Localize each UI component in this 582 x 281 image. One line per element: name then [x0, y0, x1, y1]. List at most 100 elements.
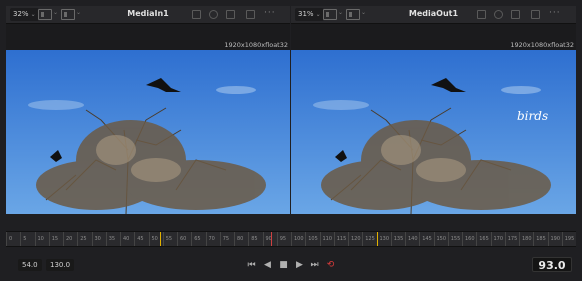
ruler-tick-label: 10 [37, 236, 44, 242]
ruler-tick-label: 185 [536, 236, 546, 242]
range-end-field[interactable]: 130.0 [46, 259, 75, 271]
stop-icon[interactable]: ■ [278, 260, 289, 271]
viewer-right: 31% ⌄ ⌄ ⌄ MediaOut1 ··· 1920x1080xfloat32 [291, 6, 576, 214]
layout-icon[interactable] [323, 9, 337, 20]
more-options-icon[interactable]: ··· [549, 8, 561, 18]
ruler-tick-label: 15 [51, 236, 59, 242]
more-options-icon[interactable]: ··· [264, 8, 276, 18]
timeline-ruler[interactable]: 0 5 10 15 20 25 30 35 40 45 50 55 60 65 70 75 80 85 90 95 10… [6, 231, 576, 247]
color-channel-icon[interactable] [209, 10, 218, 19]
skip-to-end-icon[interactable]: ⏭ [309, 260, 320, 271]
ruler-tick-label: 135 [393, 236, 404, 242]
ruler-tick-label: 65 [194, 236, 201, 242]
ruler-tick-label: 170 [493, 236, 504, 242]
ruler-tick: 145 [419, 232, 433, 246]
ruler-tick: 10 [34, 232, 49, 246]
ruler-tick: 180 [519, 232, 533, 246]
ruler-tick-label: 125 [365, 236, 375, 242]
resolution-label: 1920x1080xfloat32 [510, 41, 574, 49]
ruler-tick-label: 110 [322, 236, 333, 242]
range-in-marker[interactable] [159, 232, 161, 246]
ruler-tick-label: 35 [108, 236, 116, 242]
ruler-tick-label: 100 [294, 236, 304, 242]
roi-icon[interactable] [477, 10, 486, 19]
ruler-tick-label: 195 [564, 236, 575, 242]
ruler-tick: 170 [490, 232, 505, 246]
grid-icon[interactable] [511, 10, 520, 19]
chevron-down-icon[interactable]: ⌄ [338, 9, 343, 16]
ruler-tick-label: 55 [165, 236, 173, 242]
skip-to-start-icon[interactable]: ⏮ [246, 260, 257, 271]
playhead[interactable] [271, 232, 273, 246]
ruler-tick: 130 [376, 232, 391, 246]
chevron-down-icon[interactable]: ⌄ [53, 9, 58, 16]
ruler-tick-label: 95 [279, 236, 287, 242]
ruler-tick: 40 [120, 232, 134, 246]
ruler-tick: 60 [177, 232, 191, 246]
range-out-marker[interactable] [376, 232, 378, 246]
ruler-tick-label: 165 [479, 236, 489, 242]
ruler-tick: 150 [433, 232, 448, 246]
grid-icon[interactable] [226, 10, 235, 19]
ruler-tick-label: 80 [237, 236, 244, 242]
ruler-tick-label: 45 [137, 236, 144, 242]
ruler-tick-label: 85 [251, 236, 258, 242]
ruler-tick-label: 115 [336, 236, 347, 242]
ruler-tick-label: 60 [180, 236, 187, 242]
roi-icon[interactable] [192, 10, 201, 19]
ruler-tick: 185 [533, 232, 547, 246]
zoom-dropdown[interactable]: 31% ⌄ [295, 8, 324, 21]
ruler-tick-label: 5 [23, 236, 27, 242]
ruler-tick: 135 [390, 232, 405, 246]
view-options-icon[interactable] [346, 9, 360, 20]
ruler-tick-label: 75 [222, 236, 230, 242]
layout-icon[interactable] [38, 9, 52, 20]
viewer-left: 32% ⌄ ⌄ ⌄ MediaIn1 ··· 1920x1080xfloat32 [6, 6, 290, 214]
viewer-image[interactable]: birds [291, 50, 576, 214]
transport-bar [0, 251, 582, 281]
viewer-toolbar: 32% ⌄ ⌄ ⌄ MediaIn1 ··· [6, 6, 290, 24]
fullscreen-icon[interactable] [531, 10, 540, 19]
chevron-down-icon[interactable]: ⌄ [361, 9, 366, 16]
ruler-tick-label: 175 [507, 236, 518, 242]
view-options-icon[interactable] [61, 9, 75, 20]
ruler-tick: 5 [20, 232, 34, 246]
step-back-icon[interactable]: ◀ [262, 260, 273, 271]
ruler-tick: 165 [476, 232, 490, 246]
ruler-tick: 80 [234, 232, 248, 246]
resolution-label: 1920x1080xfloat32 [224, 41, 288, 49]
fullscreen-icon[interactable] [246, 10, 255, 19]
ruler-tick-label: 190 [550, 236, 561, 242]
ruler-tick-label: 105 [308, 236, 318, 242]
current-frame-field[interactable]: 93.0 [532, 257, 572, 272]
play-icon[interactable]: ▶ [294, 260, 305, 271]
zoom-dropdown[interactable]: 32% ⌄ [10, 8, 39, 21]
ruler-tick-label: 120 [351, 236, 361, 242]
loop-icon[interactable]: ⟲ [325, 260, 336, 271]
chevron-down-icon[interactable]: ⌄ [76, 9, 81, 16]
ruler-tick-label: 70 [208, 236, 215, 242]
ruler-tick-label: 180 [522, 236, 532, 242]
ruler-tick-label: 150 [436, 236, 447, 242]
ruler-tick: 55 [162, 232, 177, 246]
ruler-tick: 110 [319, 232, 334, 246]
ruler-tick: 65 [191, 232, 205, 246]
viewer-image[interactable] [6, 50, 290, 214]
ruler-tick: 175 [504, 232, 519, 246]
color-channel-icon[interactable] [494, 10, 503, 19]
ruler-tick-label: 155 [450, 236, 461, 242]
ruler-tick-label: 20 [66, 236, 73, 242]
ruler-tick: 155 [447, 232, 462, 246]
ruler-tick: 115 [333, 232, 348, 246]
ruler-tick: 90 [262, 232, 277, 246]
ruler-tick-label: 50 [151, 236, 158, 242]
ruler-tick: 75 [219, 232, 234, 246]
ruler-tick: 70 [205, 232, 220, 246]
ruler-tick-label: 30 [94, 236, 101, 242]
ruler-tick: 100 [291, 232, 305, 246]
ruler-tick: 25 [77, 232, 91, 246]
ruler-tick: 85 [248, 232, 262, 246]
chevron-down-icon: ⌄ [315, 11, 321, 18]
ruler-tick: 30 [91, 232, 106, 246]
range-start-field[interactable]: 54.0 [18, 259, 42, 271]
